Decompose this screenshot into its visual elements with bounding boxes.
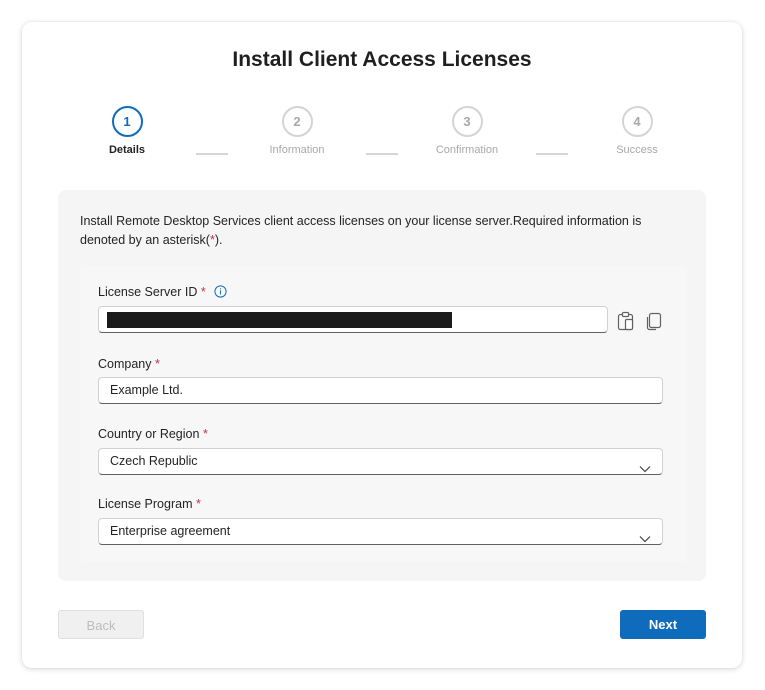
step-details: 1 Details bbox=[72, 106, 182, 156]
wizard-stepper: 1 Details 2 Information 3 Confirmation 4… bbox=[22, 106, 742, 166]
intro-text-suffix: ). bbox=[214, 233, 223, 247]
country-value: Czech Republic bbox=[110, 454, 198, 468]
label-text: License Server ID bbox=[98, 285, 198, 299]
step-number: 1 bbox=[111, 106, 143, 137]
label-text: License Program bbox=[98, 497, 193, 511]
install-cal-dialog: Install Client Access Licenses 1 Details… bbox=[22, 22, 742, 668]
label-text: Country or Region bbox=[98, 427, 200, 441]
step-connector bbox=[366, 153, 398, 155]
required-asterisk: * bbox=[202, 427, 208, 441]
label-text: Company bbox=[98, 357, 152, 371]
required-asterisk: * bbox=[154, 357, 160, 371]
next-button[interactable]: Next bbox=[620, 610, 706, 639]
step-success: 4 Success bbox=[582, 106, 692, 156]
dialog-title: Install Client Access Licenses bbox=[232, 48, 532, 71]
license-program-label: License Program * bbox=[98, 497, 201, 511]
required-asterisk: * bbox=[200, 285, 206, 299]
copy-icon[interactable] bbox=[643, 310, 665, 332]
step-information: 2 Information bbox=[242, 106, 352, 156]
step-connector bbox=[536, 153, 568, 155]
license-server-id-label: License Server ID * bbox=[98, 285, 227, 301]
country-dropdown[interactable]: Czech Republic bbox=[98, 448, 663, 475]
intro-text-main: Install Remote Desktop Services client a… bbox=[80, 214, 642, 247]
chevron-down-icon bbox=[639, 457, 651, 482]
license-program-dropdown[interactable]: Enterprise agreement bbox=[98, 518, 663, 545]
step-label: Confirmation bbox=[435, 144, 499, 156]
step-label: Success bbox=[616, 144, 658, 156]
step-connector bbox=[196, 153, 228, 155]
paste-icon[interactable] bbox=[615, 310, 637, 332]
company-input[interactable]: Example Ltd. bbox=[98, 377, 663, 404]
redacted-value bbox=[107, 312, 452, 328]
step-number: 4 bbox=[621, 106, 653, 137]
step-confirmation: 3 Confirmation bbox=[412, 106, 522, 156]
back-button[interactable]: Back bbox=[58, 610, 144, 639]
info-icon[interactable] bbox=[214, 285, 227, 301]
company-value: Example Ltd. bbox=[110, 383, 183, 397]
step-label: Information bbox=[269, 144, 325, 156]
required-asterisk: * bbox=[195, 497, 201, 511]
step-label: Details bbox=[108, 144, 146, 156]
details-panel: Install Remote Desktop Services client a… bbox=[58, 190, 706, 581]
form-section: License Server ID * Company * Example Lt… bbox=[80, 266, 687, 562]
license-server-id-input[interactable] bbox=[98, 306, 608, 333]
step-number: 2 bbox=[281, 106, 313, 137]
intro-text: Install Remote Desktop Services client a… bbox=[80, 212, 685, 250]
license-program-value: Enterprise agreement bbox=[110, 524, 231, 538]
company-label: Company * bbox=[98, 357, 160, 371]
country-label: Country or Region * bbox=[98, 427, 208, 441]
chevron-down-icon bbox=[639, 527, 651, 552]
step-number: 3 bbox=[451, 106, 483, 137]
